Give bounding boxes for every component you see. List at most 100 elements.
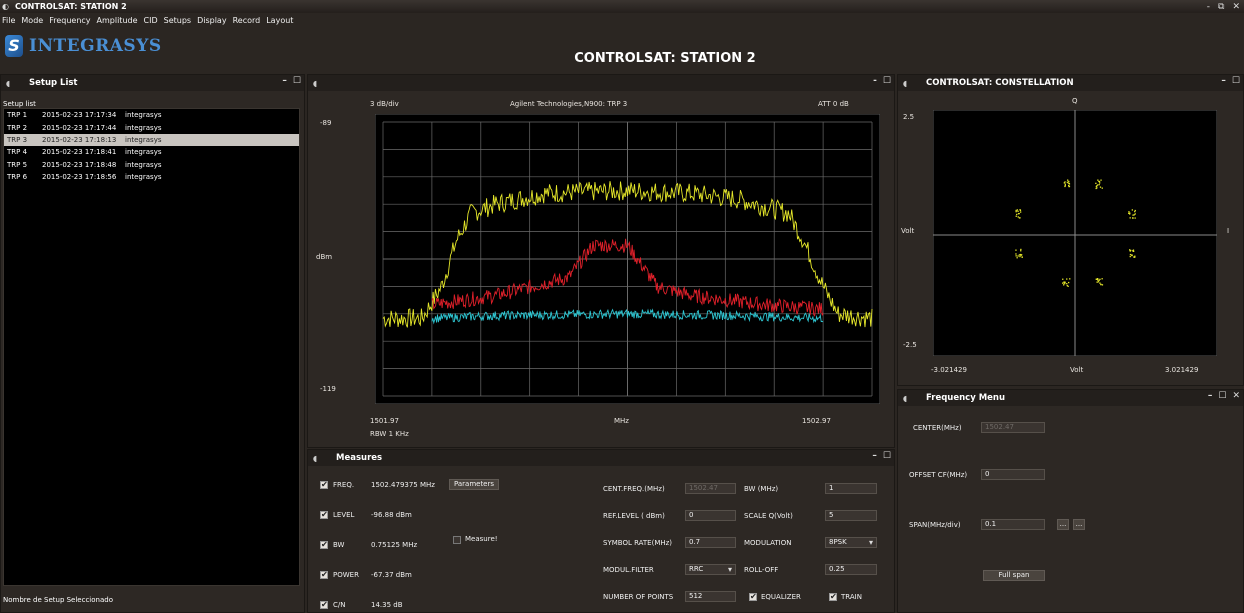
measure-checkbox[interactable] xyxy=(453,536,461,544)
parameters-button[interactable]: Parameters xyxy=(449,479,499,490)
setup-name: TRP 3 xyxy=(7,135,28,144)
roll-off-input[interactable]: 0.25 xyxy=(825,564,877,575)
setup-name: TRP 6 xyxy=(7,173,28,182)
cent-freq-input[interactable]: 1502.47 xyxy=(685,483,736,494)
ref-level-input[interactable]: 0 xyxy=(685,510,736,521)
constellation-point xyxy=(1016,209,1018,211)
frequency-menu-panel: ◖ Frequency Menu – ☐ ✕ xyxy=(897,389,1244,613)
menu-mode[interactable]: Mode xyxy=(21,16,43,25)
cn-label: C/N xyxy=(333,601,346,609)
close-button[interactable]: ✕ xyxy=(1232,2,1240,12)
setup-user: integrasys xyxy=(125,111,162,120)
train-checkbox[interactable] xyxy=(829,592,837,601)
setup-name: TRP 1 xyxy=(7,111,28,120)
pin-icon[interactable]: ◖ xyxy=(898,394,912,403)
spectrum-x-left: 1501.97 xyxy=(370,417,399,425)
constellation-point xyxy=(1020,248,1022,251)
constellation-point xyxy=(1066,278,1068,280)
pin-icon[interactable]: ◖ xyxy=(898,79,912,88)
setup-date: 2015-02-23 17:18:41 xyxy=(42,148,117,157)
menu-amplitude[interactable]: Amplitude xyxy=(97,16,138,25)
pin-icon[interactable]: ◖ xyxy=(1,79,15,88)
equalizer-checkbox[interactable] xyxy=(749,592,757,601)
panel-close-button[interactable]: ✕ xyxy=(1232,391,1240,401)
power-checkbox[interactable] xyxy=(320,570,328,579)
panel-maximize-button[interactable]: ☐ xyxy=(1218,391,1226,401)
minimize-button[interactable]: - xyxy=(1207,2,1210,12)
menu-layout[interactable]: Layout xyxy=(266,16,293,25)
constellation-point xyxy=(1100,283,1102,286)
constellation-point xyxy=(1015,253,1017,255)
bw-checkbox[interactable] xyxy=(320,540,328,549)
span-decrease-button[interactable]: ... xyxy=(1057,519,1069,530)
constellation-point xyxy=(1064,185,1066,188)
constellation-point xyxy=(1068,281,1070,284)
constellation-point xyxy=(1099,278,1101,280)
restore-button[interactable]: ⧉ xyxy=(1218,2,1224,12)
constellation-point xyxy=(1066,284,1068,287)
freq-checkbox[interactable] xyxy=(320,480,328,489)
offset-input[interactable]: 0 xyxy=(981,469,1045,480)
panel-minimize-button[interactable]: - xyxy=(873,76,877,86)
panel-minimize-button[interactable]: – xyxy=(282,76,287,86)
panel-maximize-button[interactable]: ☐ xyxy=(883,451,891,461)
scale-q-label: SCALE Q(Volt) xyxy=(744,512,793,520)
list-item-selected[interactable]: TRP 3 2015-02-23 17:18:13 integrasys xyxy=(4,133,299,147)
panel-maximize-button[interactable]: ☐ xyxy=(883,76,891,86)
menu-frequency[interactable]: Frequency xyxy=(49,16,90,25)
bw-mhz-input[interactable]: 1 xyxy=(825,483,877,494)
scale-q-input[interactable]: 5 xyxy=(825,510,877,521)
full-span-button[interactable]: Full span xyxy=(983,570,1045,581)
constellation-y-bottom: -2.5 xyxy=(903,341,917,349)
setup-list[interactable]: TRP 1 2015-02-23 17:17:34 integrasys TRP… xyxy=(3,108,300,586)
panel-maximize-button[interactable]: ☐ xyxy=(293,76,301,86)
panel-maximize-button[interactable]: ☐ xyxy=(1232,76,1240,86)
setup-user: integrasys xyxy=(125,160,162,169)
constellation-point xyxy=(1062,278,1064,280)
menu-setups[interactable]: Setups xyxy=(164,16,191,25)
list-item[interactable]: TRP 4 2015-02-23 17:18:41 integrasys xyxy=(4,146,299,158)
list-item[interactable]: TRP 1 2015-02-23 17:17:34 integrasys xyxy=(4,109,299,121)
list-item[interactable]: TRP 5 2015-02-23 17:18:48 integrasys xyxy=(4,159,299,171)
constellation-point xyxy=(1132,249,1135,251)
spectrum-rbw: RBW 1 KHz xyxy=(370,430,409,438)
menu-file[interactable]: File xyxy=(2,16,15,25)
spectrum-y-top: -89 xyxy=(320,119,332,127)
constellation-point xyxy=(1017,210,1019,212)
constellation-point xyxy=(1128,212,1130,214)
constellation-point xyxy=(1100,179,1102,181)
modul-filter-dropdown[interactable]: RRC xyxy=(685,564,736,575)
pin-icon[interactable]: ◖ xyxy=(308,79,322,88)
constellation-point xyxy=(1131,209,1133,211)
center-input[interactable]: 1502.47 xyxy=(981,422,1045,433)
pin-icon[interactable]: ◖ xyxy=(308,454,322,463)
modulation-dropdown[interactable]: 8PSK xyxy=(825,537,877,548)
measures-header: ◖ Measures – ☐ xyxy=(308,450,894,466)
menu-record[interactable]: Record xyxy=(233,16,261,25)
cn-checkbox[interactable] xyxy=(320,600,328,609)
constellation-x-unit: Volt xyxy=(1070,366,1084,374)
constellation-plot[interactable] xyxy=(933,110,1217,356)
span-increase-button[interactable]: ... xyxy=(1073,519,1085,530)
list-item[interactable]: TRP 6 2015-02-23 17:18:56 integrasys xyxy=(4,171,299,183)
measures-title: Measures xyxy=(336,453,383,463)
ref-level-label: REF.LEVEL ( dBm) xyxy=(603,512,665,520)
panel-minimize-button[interactable]: – xyxy=(1221,76,1226,86)
menu-cid[interactable]: CID xyxy=(144,16,158,25)
frequency-menu-header: ◖ Frequency Menu – ☐ ✕ xyxy=(898,390,1243,406)
setup-user: integrasys xyxy=(125,135,162,144)
panel-minimize-button[interactable]: – xyxy=(872,451,877,461)
menu-display[interactable]: Display xyxy=(197,16,227,25)
constellation-point xyxy=(1097,281,1100,283)
level-checkbox[interactable] xyxy=(320,510,328,519)
constellation-y-unit: Volt xyxy=(901,227,915,235)
spectrum-plot[interactable] xyxy=(375,114,880,404)
panel-minimize-button[interactable]: – xyxy=(1208,391,1213,401)
constellation-point xyxy=(1096,185,1098,187)
constellation-point xyxy=(1066,283,1068,285)
num-points-input[interactable]: 512 xyxy=(685,591,736,602)
symbol-rate-input[interactable]: 0.7 xyxy=(685,537,736,548)
list-item[interactable]: TRP 2 2015-02-23 17:17:44 integrasys xyxy=(4,121,299,133)
constellation-point xyxy=(1096,278,1099,280)
span-input[interactable]: 0.1 xyxy=(981,519,1045,530)
